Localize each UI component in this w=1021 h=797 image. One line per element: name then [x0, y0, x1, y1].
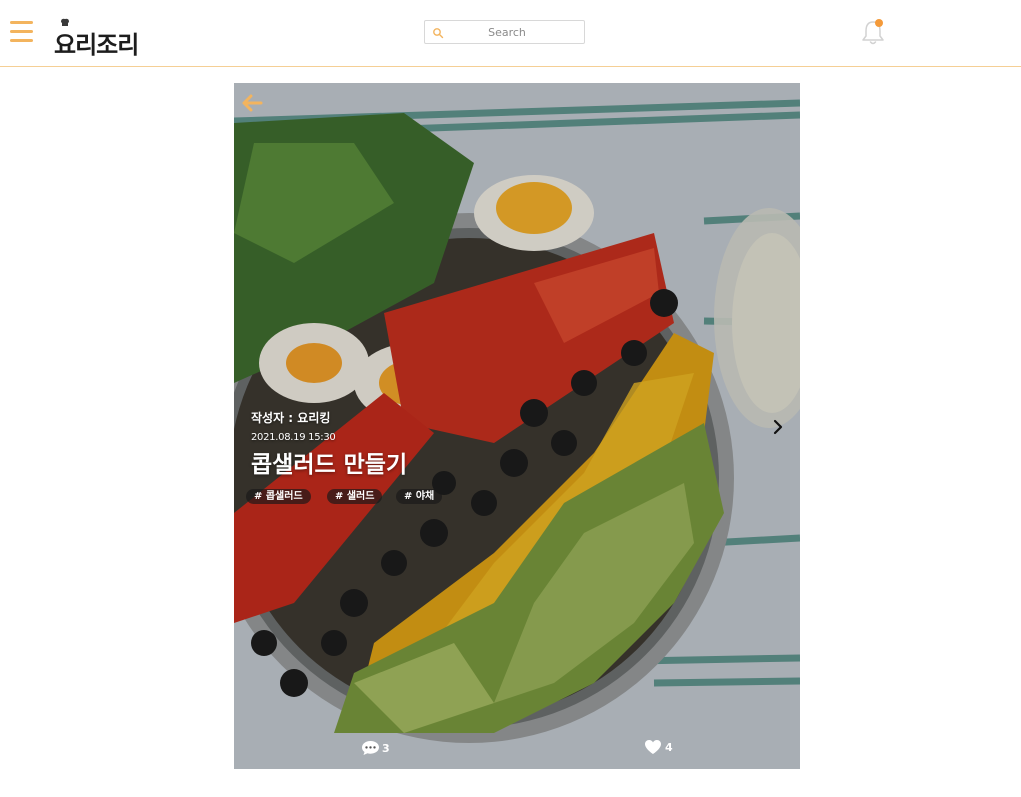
top-navbar: 요리조리 — [0, 0, 1021, 67]
hamburger-line — [10, 21, 33, 24]
like-count-value: 4 — [665, 741, 673, 754]
recipe-card[interactable]: 작성자 : 요리킹 2021.08.19 15:30 콥샐러드 만들기 # 콥샐… — [234, 83, 800, 769]
speech-bubble-icon — [362, 741, 379, 755]
app-logo[interactable]: 요리조리 — [54, 18, 144, 59]
recipe-date: 2021.08.19 15:30 — [251, 432, 336, 443]
hamburger-menu-icon[interactable] — [10, 21, 33, 43]
tag-salad[interactable]: # 샐러드 — [327, 489, 383, 504]
search-icon — [433, 28, 444, 39]
tag-cobb-salad[interactable]: # 콥샐러드 — [246, 489, 311, 504]
comment-count-value: 3 — [382, 742, 390, 755]
notification-dot — [875, 19, 883, 27]
hamburger-line — [10, 39, 33, 42]
heart-icon — [645, 740, 661, 754]
hamburger-line — [10, 30, 33, 33]
tag-vegetables[interactable]: # 야채 — [396, 489, 443, 504]
bell-icon[interactable] — [860, 17, 886, 47]
recipe-author: 작성자 : 요리킹 — [251, 411, 331, 425]
recipe-title: 콥샐러드 만들기 — [251, 452, 408, 478]
chevron-right-icon[interactable] — [771, 418, 785, 436]
logo-text: 요리조리 — [54, 31, 139, 59]
salad-photo — [234, 83, 800, 769]
back-arrow-icon[interactable] — [240, 93, 264, 113]
search-box[interactable] — [424, 20, 585, 44]
search-input[interactable] — [447, 23, 567, 41]
